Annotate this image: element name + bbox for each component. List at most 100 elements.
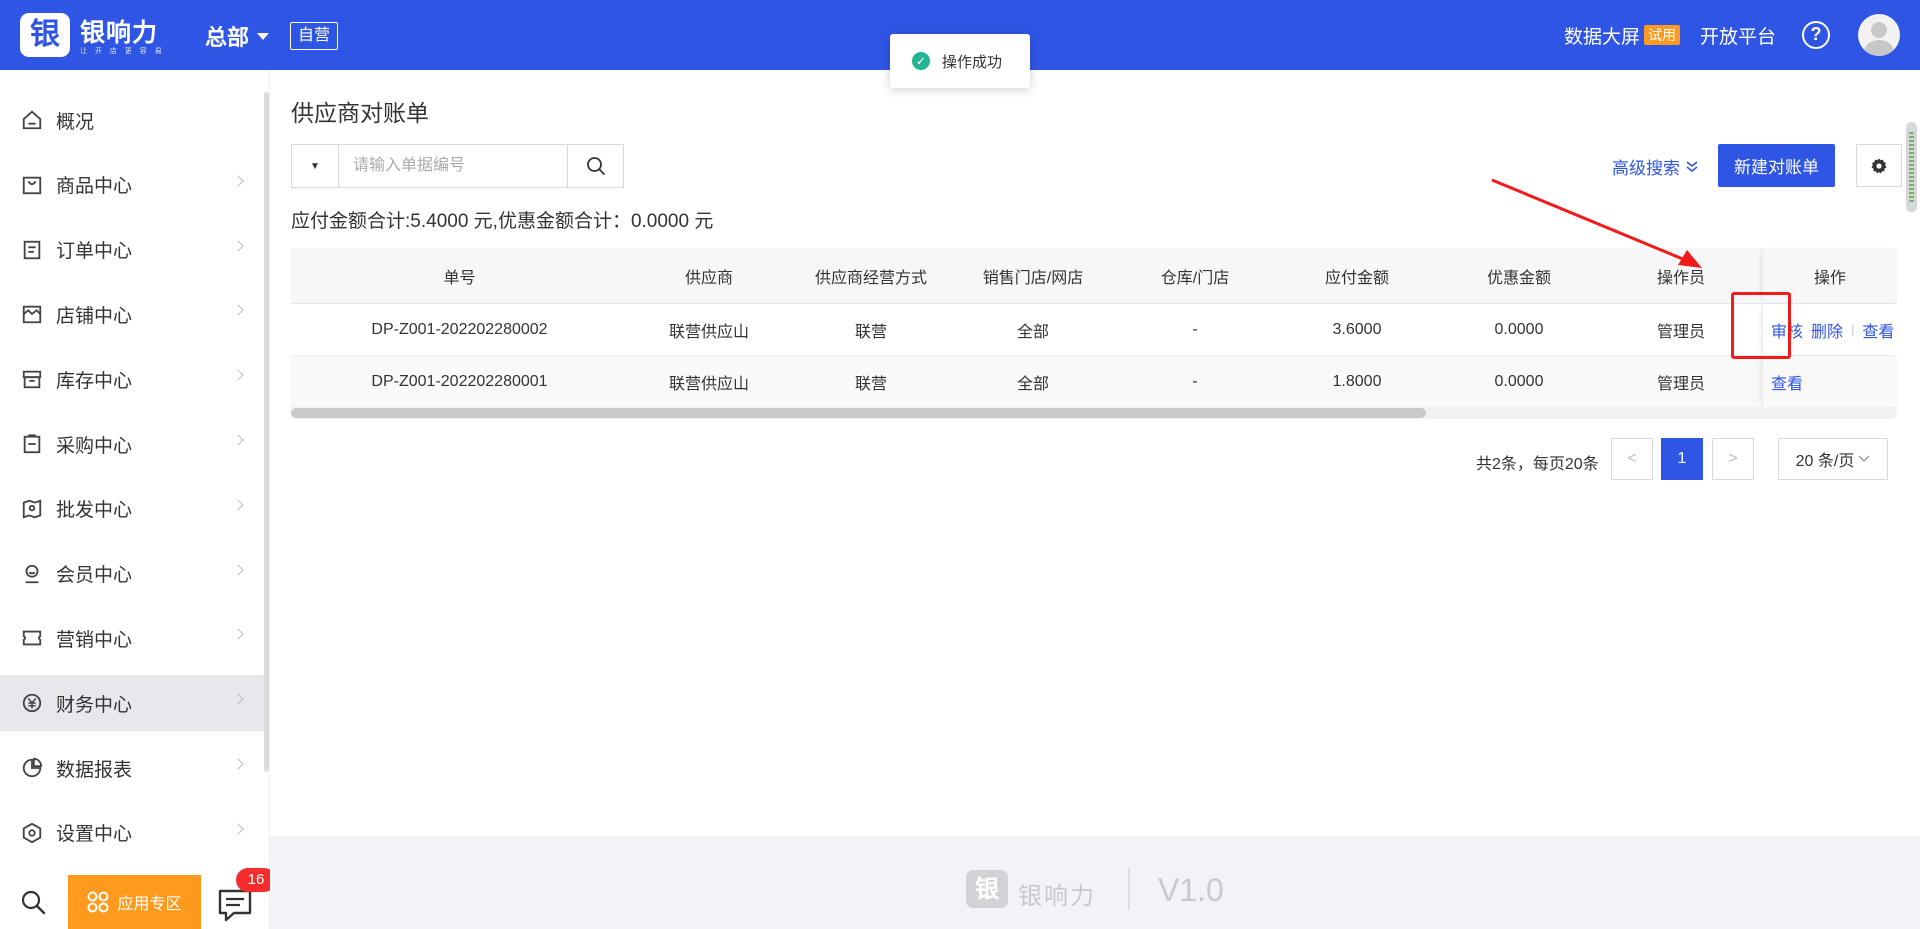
home-icon (20, 108, 44, 132)
sidebar-item-label: 会员中心 (56, 565, 133, 587)
search-type-dropdown[interactable]: ▼ (292, 145, 339, 187)
table-settings-button[interactable] (1856, 144, 1902, 187)
chevron-right-icon (232, 175, 244, 187)
chevron-right-icon (232, 758, 244, 770)
org-type-tag: 自营 (290, 22, 339, 50)
brand-logo[interactable]: 银 (20, 13, 70, 57)
cell-operator: 管理员 (1656, 323, 1705, 341)
sidebar-item-label: 设置中心 (56, 824, 133, 846)
chevron-right-icon (232, 434, 244, 446)
sidebar-item-label: 商品中心 (56, 176, 133, 198)
search-group: ▼ (291, 144, 624, 188)
success-toast: ✓ 操作成功 (890, 34, 1030, 88)
sidebar-item-11[interactable]: 设置中心 (0, 805, 264, 861)
sidebar-item-3[interactable]: 店铺中心 (0, 286, 264, 342)
col-header-actions: 操作 (1762, 248, 1897, 303)
data-screen-label: 数据大屏 (1563, 26, 1640, 48)
audit-link[interactable]: 审核 (1771, 318, 1803, 342)
sidebar-item-8[interactable]: 营销中心 (0, 610, 264, 666)
delete-link[interactable]: 删除 (1811, 318, 1843, 342)
advanced-search-link[interactable]: 高级搜索 (1612, 154, 1698, 179)
page-size-select[interactable]: 20 条/页 (1778, 438, 1888, 480)
page-size-label: 20 条/页 (1795, 453, 1855, 470)
view-link[interactable]: 查看 (1771, 370, 1803, 394)
chevron-right-icon (232, 628, 244, 641)
chevron-right-icon (232, 304, 244, 317)
footer-version: V1.0 (1158, 872, 1224, 908)
footer-logo: 银 (966, 870, 1008, 908)
app-zone-label: 应用专区 (117, 896, 182, 913)
sidebar-item-7[interactable]: 会员中心 (0, 546, 264, 602)
new-statement-button[interactable]: 新建对账单 (1718, 144, 1835, 187)
sidebar-item-4[interactable]: 库存中心 (0, 351, 264, 407)
sidebar-item-label: 库存中心 (56, 370, 133, 392)
cell-supplier: 联营供应山 (668, 375, 749, 393)
sidebar-item-label: 批发中心 (56, 500, 133, 522)
view-link[interactable]: 查看 (1862, 318, 1894, 342)
settings-hex-icon (20, 821, 44, 845)
cell-actions: 查看 (1762, 356, 1897, 407)
cell-supplier: 联营供应山 (668, 323, 749, 341)
cell-mode: 联营 (854, 375, 887, 393)
col-header-no: 单号 (443, 269, 476, 287)
page-title: 供应商对账单 (291, 100, 429, 126)
col-header-mode: 供应商经营方式 (814, 269, 927, 287)
prev-page-button[interactable]: < (1611, 438, 1653, 480)
store-icon (20, 302, 44, 326)
sidebar-item-1[interactable]: 商品中心 (0, 157, 264, 213)
footer-divider (1128, 868, 1130, 910)
page-vertical-scrollbar[interactable] (1906, 122, 1917, 212)
sidebar-item-6[interactable]: 批发中心 (0, 481, 264, 537)
sidebar: 概况商品中心订单中心店铺中心库存中心采购中心批发中心会员中心营销中心财务中心数据… (0, 70, 270, 929)
chevron-right-icon (232, 239, 244, 252)
sidebar-item-9[interactable]: 财务中心 (0, 675, 264, 732)
sidebar-item-10[interactable]: 数据报表 (0, 740, 264, 796)
next-page-button[interactable]: > (1712, 438, 1754, 480)
table-horizontal-scrollbar[interactable] (291, 407, 1897, 419)
org-name: 总部 (205, 25, 250, 50)
sidebar-item-2[interactable]: 订单中心 (0, 222, 264, 278)
col-header-payable: 应付金额 (1324, 269, 1389, 287)
avatar-head-shape (1871, 22, 1887, 38)
avatar[interactable] (1858, 14, 1900, 56)
cell-warehouse: - (1192, 320, 1198, 338)
open-platform-link[interactable]: 开放平台 (1700, 22, 1776, 49)
cell-operator: 管理员 (1656, 375, 1705, 393)
search-input[interactable] (339, 145, 567, 187)
purchase-icon (20, 432, 44, 456)
ticket-icon (20, 626, 44, 650)
brand-slogan: 让 开 店 更 容 易 (80, 48, 165, 55)
sidebar-scrollbar[interactable] (264, 92, 269, 772)
amount-summary: 应付金额合计:5.4000 元,优惠金额合计：0.0000 元 (291, 211, 714, 232)
col-header-store: 销售门店/网店 (982, 269, 1084, 287)
data-screen-link[interactable]: 数据大屏 试用 (1564, 22, 1680, 49)
check-circle-icon: ✓ (912, 52, 930, 70)
cell-store: 全部 (1016, 323, 1049, 341)
cell-payable: 3.6000 (1332, 320, 1382, 338)
sidebar-item-label: 店铺中心 (56, 305, 133, 327)
page-number-button[interactable]: 1 (1661, 438, 1703, 480)
sidebar-item-0[interactable]: 概况 (0, 92, 264, 148)
finance-icon (20, 691, 44, 715)
cell-discount: 0.0000 (1494, 320, 1544, 338)
chevron-down-icon (1858, 455, 1870, 462)
help-icon[interactable]: ? (1802, 21, 1830, 49)
cell-actions: 审核 删除 | 查看 (1762, 304, 1897, 355)
footer: 银 银响力 V1.0 (270, 836, 1920, 929)
col-header-discount: 优惠金额 (1486, 269, 1551, 287)
map-icon (20, 497, 44, 521)
pagination: 共2条，每页20条 < 1 > 20 条/页 (270, 438, 1920, 482)
table-row: DP-Z001-202202280002 联营供应山 联营 全部 - 3.600… (291, 304, 1897, 356)
app-zone-button[interactable]: 应用专区 (68, 875, 201, 929)
sidebar-item-5[interactable]: 采购中心 (0, 416, 264, 472)
box-icon (20, 367, 44, 391)
org-selector[interactable]: 总部 (205, 20, 270, 52)
trial-badge: 试用 (1643, 25, 1680, 45)
cell-mode: 联营 (854, 323, 887, 341)
footer-brand: 银响力 (1018, 883, 1096, 910)
header-actions: 数据大屏 试用 开放平台 ? (1564, 0, 1900, 70)
scrollbar-thumb[interactable] (291, 408, 1426, 418)
search-icon[interactable] (20, 889, 46, 915)
search-button[interactable] (567, 145, 623, 187)
brand-name: 银响力 (80, 19, 159, 47)
